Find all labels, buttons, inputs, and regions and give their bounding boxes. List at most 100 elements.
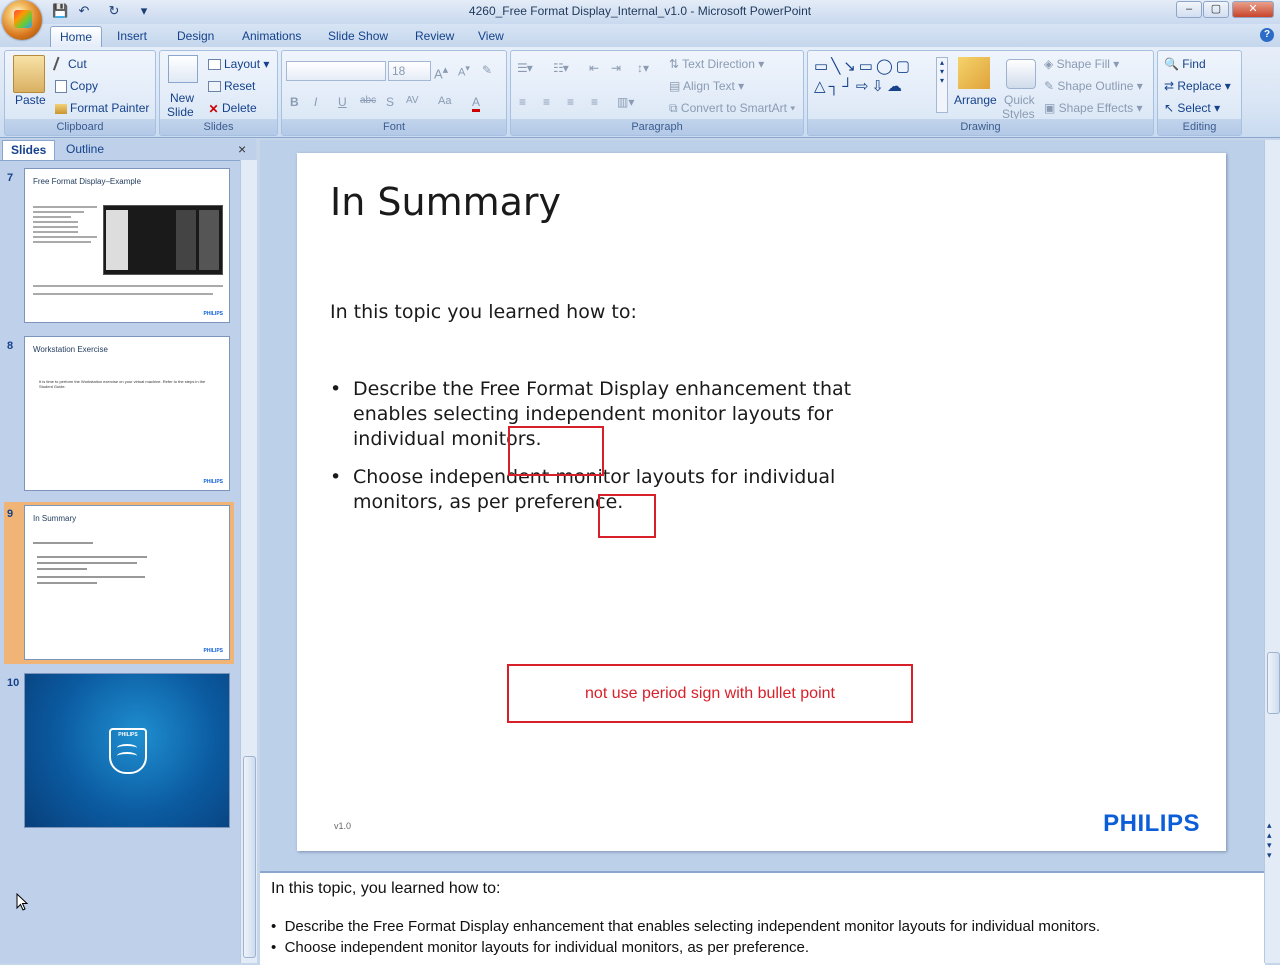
increase-indent-icon[interactable]: ⇥ [611, 61, 621, 75]
align-center-icon[interactable]: ≡ [543, 95, 550, 109]
clear-formatting-icon[interactable]: ✎ [482, 63, 492, 77]
format-painter-button[interactable]: Format Painter [55, 101, 149, 115]
review-comment-box[interactable]: not use period sign with bullet point [507, 664, 913, 723]
new-slide-button-label[interactable]: Slide [167, 105, 194, 119]
panel-scroll-thumb[interactable] [243, 756, 256, 958]
grow-font-icon[interactable]: A▴ [434, 63, 448, 81]
notes-scrollbar[interactable] [1264, 871, 1280, 963]
slide-scrollbar[interactable]: ▴ ▴ ▾ ▾ [1264, 140, 1280, 871]
arrange-icon [958, 57, 990, 89]
tab-view[interactable]: View [469, 26, 513, 46]
find-button[interactable]: 🔍 Find [1164, 57, 1206, 71]
justify-icon[interactable]: ≡ [591, 95, 598, 109]
change-case-icon[interactable]: Aa [438, 95, 451, 107]
delete-button[interactable]: ✕ Delete [208, 101, 256, 116]
text-box-shape-icon[interactable]: ▭ [814, 58, 831, 75]
italic-icon[interactable]: I [314, 95, 317, 109]
help-icon[interactable]: ? [1260, 28, 1274, 42]
bullets-icon[interactable]: ☰▾ [517, 61, 533, 75]
shape-effects-button[interactable]: ▣ Shape Effects ▾ [1044, 101, 1143, 115]
oval-shape-icon[interactable]: ◯ [876, 58, 896, 75]
rectangle-shape-icon[interactable]: ▭ [859, 58, 876, 75]
prev-next-slide-icons[interactable]: ▴ ▴ ▾ ▾ [1267, 820, 1272, 860]
slide-thumbnail-7[interactable]: Free Format Display–Example PHILIPS [24, 168, 230, 323]
quick-styles-button[interactable]: Quick [1004, 93, 1035, 107]
save-icon[interactable]: 💾 [52, 3, 68, 19]
replace-button[interactable]: ⇄ Replace ▾ [1164, 79, 1231, 93]
notes-intro[interactable]: In this topic, you learned how to: [271, 880, 500, 898]
font-name-box[interactable] [286, 61, 386, 81]
office-logo-icon [14, 10, 32, 28]
slide-thumbnail-9[interactable]: In Summary PHILIPS [24, 505, 230, 660]
slide-thumbnail-8[interactable]: Workstation Exercise It is time to perfo… [24, 336, 230, 491]
down-arrow-shape-icon[interactable]: ⇩ [871, 78, 887, 95]
copy-icon [55, 80, 67, 94]
new-slide-button[interactable]: New [170, 91, 194, 105]
tab-insert[interactable]: Insert [108, 26, 156, 46]
align-left-icon[interactable]: ≡ [519, 95, 526, 109]
elbow-shape-icon[interactable]: ┘ [842, 78, 856, 95]
shadow-icon[interactable]: S [386, 95, 394, 109]
strikethrough-icon[interactable]: abc [360, 95, 376, 106]
minimize-button[interactable]: – [1176, 1, 1202, 18]
tab-slide-show[interactable]: Slide Show [319, 26, 397, 46]
convert-smartart-button[interactable]: ⧉ Convert to SmartArt ▾ [669, 101, 795, 116]
tab-design[interactable]: Design [168, 26, 223, 46]
maximize-button[interactable]: ▢ [1203, 1, 1229, 18]
columns-icon[interactable]: ▥▾ [617, 95, 634, 109]
tab-slides-panel[interactable]: Slides [2, 140, 56, 160]
connector-shape-icon[interactable]: ┐ [829, 78, 843, 95]
select-button[interactable]: ↖ Select ▾ [1164, 101, 1220, 115]
office-button[interactable] [2, 0, 42, 40]
cloud-shape-icon[interactable]: ☁ [887, 78, 905, 95]
underline-icon[interactable]: U [338, 95, 347, 109]
tab-animations[interactable]: Animations [233, 26, 310, 46]
tab-outline-panel[interactable]: Outline [58, 140, 112, 159]
panel-scrollbar[interactable] [240, 160, 257, 963]
slide-intro[interactable]: In this topic you learned how to: [330, 301, 637, 323]
tab-review[interactable]: Review [406, 26, 463, 46]
close-panel-icon[interactable]: × [238, 141, 246, 157]
decrease-indent-icon[interactable]: ⇤ [589, 61, 599, 75]
slide-canvas[interactable]: In Summary In this topic you learned how… [297, 153, 1226, 851]
shapes-gallery-scroll[interactable]: ▴ ▾ ▾ [936, 57, 948, 113]
copy-button[interactable]: Copy [55, 79, 98, 94]
align-text-button[interactable]: ▤ Align Text ▾ [669, 79, 744, 93]
undo-icon[interactable]: ↶ [76, 3, 92, 19]
format-painter-icon [55, 103, 67, 114]
line-shape-icon[interactable]: ╲ [831, 58, 843, 75]
align-right-icon[interactable]: ≡ [567, 95, 574, 109]
slide-number: 9 [7, 508, 14, 520]
paste-button[interactable]: Paste [15, 93, 46, 107]
slide-thumbnail-10[interactable]: PHILIPS [24, 673, 230, 828]
bold-icon[interactable]: B [290, 95, 299, 109]
numbering-icon[interactable]: ☷▾ [553, 61, 569, 75]
slide-scroll-thumb[interactable] [1267, 652, 1280, 714]
arrow-shape-icon[interactable]: ↘ [843, 58, 859, 75]
customize-qat-icon[interactable]: ▾ [136, 3, 152, 19]
shape-fill-button[interactable]: ◈ Shape Fill ▾ [1044, 57, 1119, 71]
tab-home[interactable]: Home [50, 26, 103, 47]
notes-bullet[interactable]: • Choose independent monitor layouts for… [271, 939, 809, 956]
redo-icon[interactable]: ↻ [106, 3, 122, 19]
slide-title[interactable]: In Summary [330, 180, 561, 224]
right-arrow-shape-icon[interactable]: ⇨ [856, 78, 872, 95]
shape-outline-button[interactable]: ✎ Shape Outline ▾ [1044, 79, 1143, 93]
character-spacing-icon[interactable]: AV [406, 95, 419, 106]
cut-button[interactable]: Cut [52, 56, 87, 74]
notes-bullet[interactable]: • Describe the Free Format Display enhan… [271, 918, 1100, 935]
arrange-button[interactable]: Arrange [954, 93, 997, 107]
shrink-font-icon[interactable]: A▾ [458, 63, 470, 79]
triangle-shape-icon[interactable]: △ [814, 78, 829, 95]
text-direction-button[interactable]: ⇅ Text Direction ▾ [669, 57, 764, 71]
font-color-icon[interactable]: A [472, 95, 481, 112]
notes-pane[interactable]: In this topic, you learned how to: • Des… [260, 871, 1265, 965]
rounded-rect-shape-icon[interactable]: ▢ [896, 58, 913, 75]
shapes-gallery[interactable]: ▭╲↘▭◯▢ △┐┘⇨⇩☁ [814, 57, 938, 113]
line-spacing-icon[interactable]: ↕▾ [637, 61, 649, 75]
reset-button[interactable]: Reset [208, 79, 255, 93]
close-button[interactable]: ✕ [1232, 1, 1274, 18]
layout-button[interactable]: Layout ▾ [208, 57, 269, 71]
slides-group-label: Slides [160, 119, 277, 135]
font-size-box[interactable]: 18 [388, 61, 431, 81]
